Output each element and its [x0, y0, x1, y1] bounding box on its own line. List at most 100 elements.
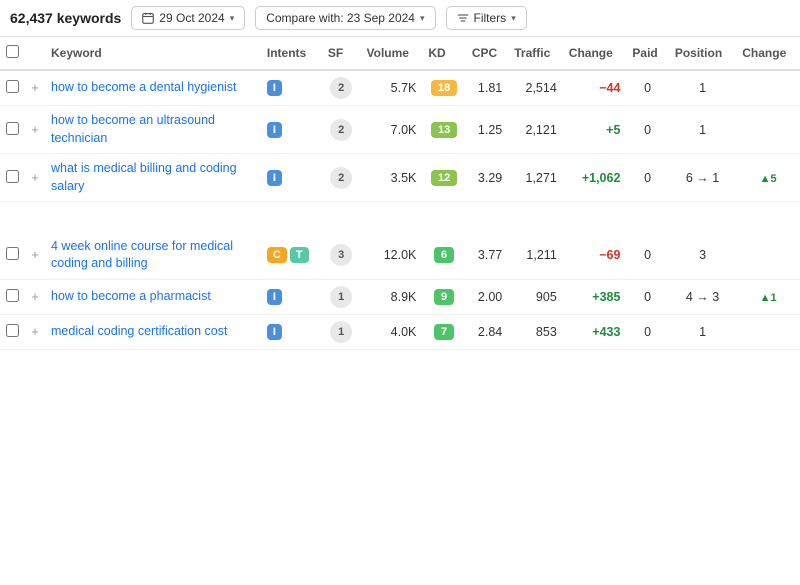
paid-cell: 0 — [626, 70, 668, 106]
position-cell: 6 → 1 — [669, 154, 736, 202]
volume-cell: 7.0K — [361, 106, 423, 154]
kd-cell: 6 — [422, 232, 465, 280]
filters-button[interactable]: Filters ▾ — [446, 6, 527, 30]
row-checkbox[interactable] — [6, 247, 19, 260]
row-checkbox[interactable] — [6, 324, 19, 337]
keyword-cell: how to become an ultrasound technician — [45, 106, 261, 154]
sf-cell: 1 — [322, 279, 361, 314]
table-row: +what is medical billing and coding sala… — [0, 154, 800, 202]
sf-header[interactable]: SF — [322, 37, 361, 70]
volume-cell: 12.0K — [361, 232, 423, 280]
kd-cell: 13 — [422, 106, 465, 154]
add-row-button[interactable]: + — [25, 232, 45, 280]
intent-badge: I — [267, 122, 282, 138]
compare-button[interactable]: Compare with: 23 Sep 2024 ▾ — [255, 6, 435, 30]
cpc-header[interactable]: CPC — [466, 37, 508, 70]
add-row-button[interactable]: + — [25, 70, 45, 106]
kd-badge: 18 — [431, 80, 457, 96]
kd-badge: 12 — [431, 170, 457, 186]
row-checkbox[interactable] — [6, 289, 19, 302]
calendar-icon — [142, 12, 154, 24]
volume-cell: 3.5K — [361, 154, 423, 202]
intents-cell: I — [261, 70, 322, 106]
keyword-link[interactable]: how to become a dental hygienist — [51, 80, 237, 94]
select-all-checkbox[interactable] — [6, 45, 19, 58]
cpc-cell: 3.77 — [466, 232, 508, 280]
position-change-cell — [736, 70, 800, 106]
intents-header[interactable]: Intents — [261, 37, 322, 70]
keyword-cell: how to become a dental hygienist — [45, 70, 261, 106]
paid-cell: 0 — [626, 232, 668, 280]
intents-cell: CT — [261, 232, 322, 280]
volume-cell: 8.9K — [361, 279, 423, 314]
change-header[interactable]: Change — [563, 37, 627, 70]
keyword-link[interactable]: medical coding certification cost — [51, 324, 227, 338]
kd-badge: 13 — [431, 122, 457, 138]
sf-cell: 2 — [322, 106, 361, 154]
paid-cell: 0 — [626, 279, 668, 314]
row-checkbox-cell — [0, 154, 25, 202]
table-row: +how to become a pharmacistI18.9K92.0090… — [0, 279, 800, 314]
intent-badge: I — [267, 289, 282, 305]
traffic-header[interactable]: Traffic — [508, 37, 563, 70]
keyword-cell: 4 week online course for medical coding … — [45, 232, 261, 280]
keyword-cell: medical coding certification cost — [45, 314, 261, 349]
cpc-cell: 3.29 — [466, 154, 508, 202]
keywords-table: Keyword Intents SF Volume KD CPC Traffic… — [0, 37, 800, 350]
chevron-down-icon: ▾ — [511, 13, 516, 24]
date-picker-button[interactable]: 29 Oct 2024 ▾ — [131, 6, 245, 30]
position-change-badge: ▲5 — [760, 173, 777, 185]
sf-cell: 2 — [322, 154, 361, 202]
add-row-button[interactable]: + — [25, 154, 45, 202]
row-checkbox[interactable] — [6, 170, 19, 183]
toolbar: 62,437 keywords 29 Oct 2024 ▾ Compare wi… — [0, 0, 800, 37]
select-all-checkbox-cell — [0, 37, 25, 70]
table-row: +4 week online course for medical coding… — [0, 232, 800, 280]
paid-header[interactable]: Paid — [626, 37, 668, 70]
spacer-row — [0, 202, 800, 232]
sf-badge: 3 — [330, 244, 352, 266]
cpc-cell: 2.00 — [466, 279, 508, 314]
filter-icon — [457, 12, 469, 24]
sf-cell: 2 — [322, 70, 361, 106]
traffic-change-cell: +5 — [563, 106, 627, 154]
traffic-cell: 1,271 — [508, 154, 563, 202]
paid-cell: 0 — [626, 106, 668, 154]
intents-cell: I — [261, 314, 322, 349]
position-change-cell: ▲5 — [736, 154, 800, 202]
chevron-down-icon: ▾ — [230, 13, 235, 24]
volume-cell: 5.7K — [361, 70, 423, 106]
kd-header[interactable]: KD — [422, 37, 465, 70]
table-row: +medical coding certification costI14.0K… — [0, 314, 800, 349]
cpc-cell: 1.25 — [466, 106, 508, 154]
position-header[interactable]: Position — [669, 37, 736, 70]
volume-header[interactable]: Volume — [361, 37, 423, 70]
sf-badge: 2 — [330, 77, 352, 99]
pos-change-header[interactable]: Change — [736, 37, 800, 70]
position-change-cell — [736, 232, 800, 280]
traffic-cell: 1,211 — [508, 232, 563, 280]
keyword-header[interactable]: Keyword — [45, 37, 261, 70]
keyword-link[interactable]: 4 week online course for medical coding … — [51, 239, 233, 271]
add-row-button[interactable]: + — [25, 279, 45, 314]
add-row-button[interactable]: + — [25, 314, 45, 349]
keyword-link[interactable]: how to become a pharmacist — [51, 289, 211, 303]
row-checkbox[interactable] — [6, 80, 19, 93]
chevron-down-icon: ▾ — [420, 13, 425, 24]
traffic-cell: 853 — [508, 314, 563, 349]
keyword-cell: what is medical billing and coding salar… — [45, 154, 261, 202]
keyword-link[interactable]: how to become an ultrasound technician — [51, 113, 215, 145]
row-checkbox-cell — [0, 232, 25, 280]
filters-label: Filters — [474, 11, 507, 25]
row-checkbox[interactable] — [6, 122, 19, 135]
traffic-change-cell: +385 — [563, 279, 627, 314]
position-change-cell: ▲1 — [736, 279, 800, 314]
position-cell: 3 — [669, 232, 736, 280]
add-row-button[interactable]: + — [25, 106, 45, 154]
table-row: +how to become an ultrasound technician I… — [0, 106, 800, 154]
paid-cell: 0 — [626, 154, 668, 202]
row-checkbox-cell — [0, 106, 25, 154]
table-row: + how to become a dental hygienist I2 5.7K 1… — [0, 70, 800, 106]
intent-badge: C — [267, 247, 287, 263]
keyword-link[interactable]: what is medical billing and coding salar… — [51, 161, 237, 193]
